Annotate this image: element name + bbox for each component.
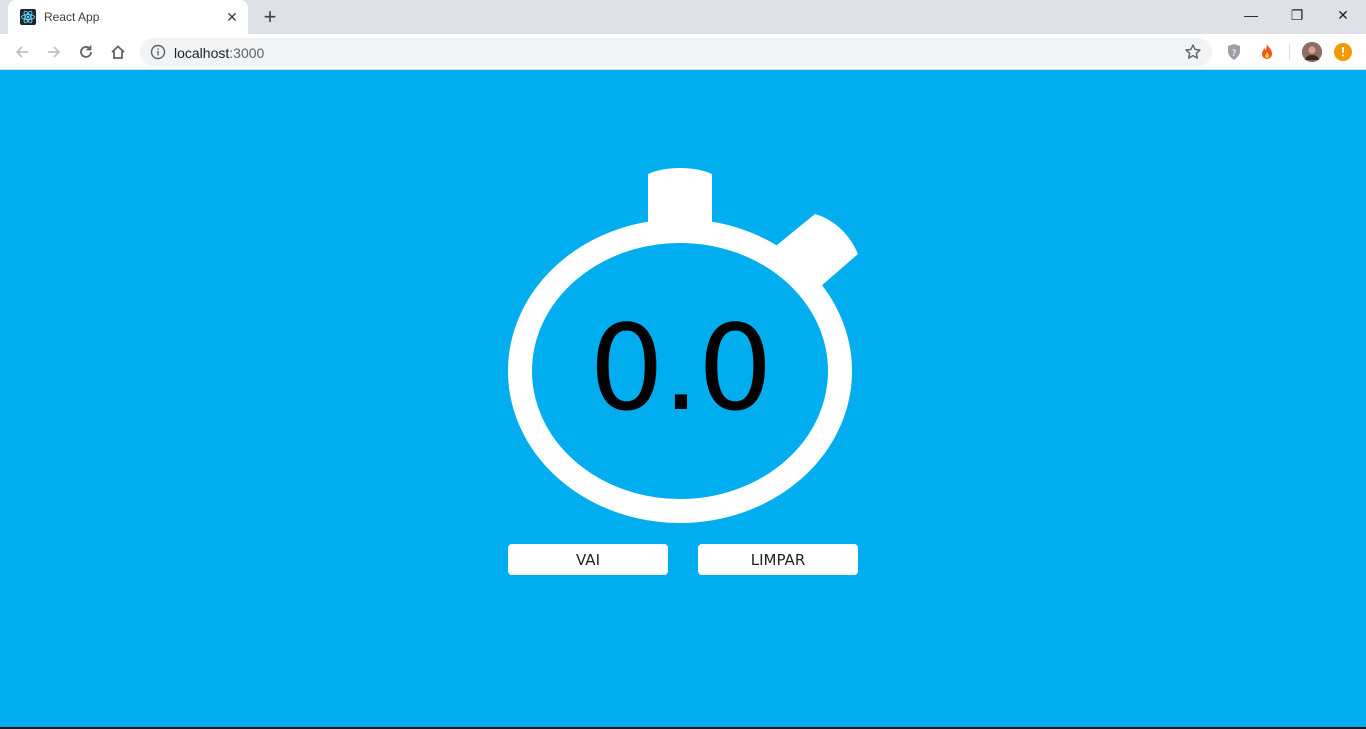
tab-title: React App — [44, 10, 100, 24]
app-stage: 0.0 VAI LIMPAR — [0, 70, 1366, 729]
browser-toolbar: localhost:3000 ? — [0, 34, 1366, 70]
home-icon[interactable] — [105, 39, 131, 65]
svg-text:?: ? — [1232, 49, 1237, 59]
minimize-button[interactable]: — — [1228, 0, 1274, 30]
tab-close-icon[interactable]: ✕ — [224, 9, 240, 25]
update-alert-icon[interactable] — [1334, 43, 1352, 61]
bookmark-star-icon[interactable] — [1184, 43, 1202, 61]
time-display: 0.0 — [589, 299, 773, 437]
profile-avatar[interactable] — [1302, 42, 1322, 62]
start-button[interactable]: VAI — [508, 544, 668, 575]
back-arrow-icon[interactable] — [9, 39, 35, 65]
fire-icon[interactable] — [1257, 42, 1277, 62]
address-bar[interactable]: localhost:3000 — [140, 38, 1212, 66]
shield-question-icon[interactable]: ? — [1224, 42, 1244, 62]
info-icon[interactable] — [150, 44, 166, 60]
stopwatch-crown — [648, 168, 712, 227]
reload-icon[interactable] — [73, 39, 99, 65]
clear-button[interactable]: LIMPAR — [698, 544, 858, 575]
react-icon — [20, 9, 36, 25]
browser-chrome: React App ✕ + — ❐ ✕ localhost:3000 ? — [0, 0, 1366, 70]
url-text: localhost:3000 — [174, 45, 264, 61]
url-host: localhost — [174, 45, 230, 61]
restore-button[interactable]: ❐ — [1274, 0, 1320, 30]
url-port: :3000 — [229, 45, 265, 61]
toolbar-divider — [1289, 44, 1290, 60]
window-close-button[interactable]: ✕ — [1320, 0, 1366, 30]
tab-strip: React App ✕ + — ❐ ✕ — [0, 0, 1366, 34]
forward-arrow-icon[interactable] — [41, 39, 67, 65]
tab-react-app[interactable]: React App ✕ — [8, 0, 248, 34]
new-tab-button[interactable]: + — [258, 6, 282, 30]
